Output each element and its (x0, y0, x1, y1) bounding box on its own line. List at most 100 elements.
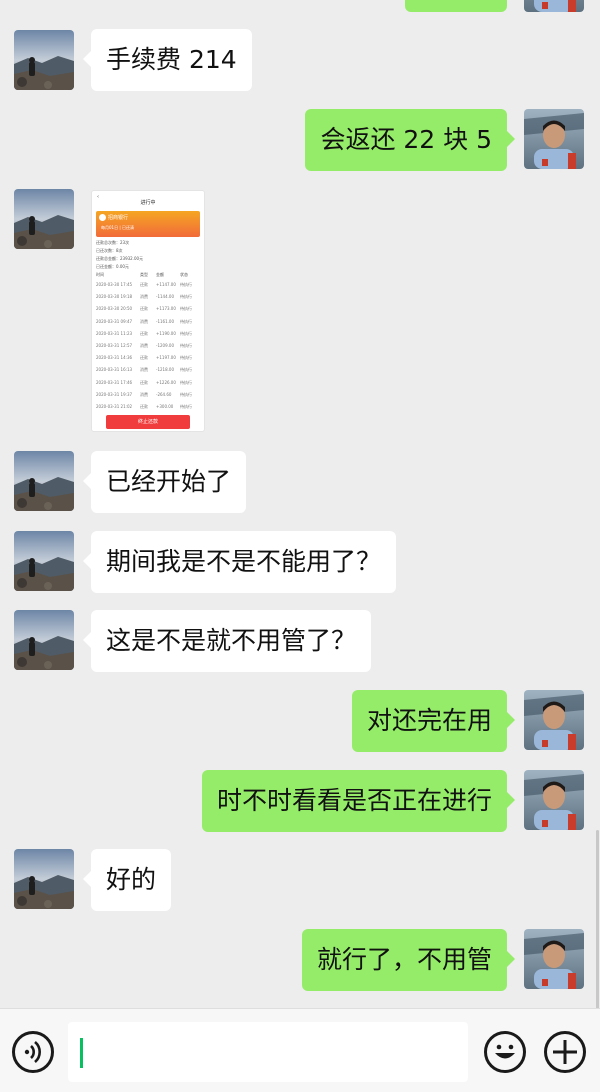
transaction-row: 2020-03-30 19:18 消费 -1144.00 待执行 (96, 295, 200, 299)
transaction-row: 2020-03-31 11:23 还款 +1190.00 待执行 (96, 330, 200, 336)
transaction-row: 2020-03-31 14:36 还款 +1197.00 待执行 (96, 356, 200, 360)
message-bubble[interactable]: 时不时看看是否正在进行 (201, 770, 516, 832)
message-bubble[interactable]: 期间我是不是不能用了？ (82, 531, 397, 593)
more-button[interactable] (544, 1031, 586, 1073)
contact-avatar[interactable] (14, 451, 74, 511)
message-bubble[interactable]: 就行了，不用管 (301, 929, 516, 991)
my-avatar[interactable] (524, 690, 584, 750)
transaction-row: 2020-03-31 17:46 还款 +1226.00 待执行 (96, 379, 200, 385)
transaction-cell: -1161.00 (156, 318, 174, 324)
contact-avatar[interactable] (14, 531, 74, 591)
transaction-row: 2020-03-31 19:37 消费 -264.60 待执行 (96, 391, 200, 397)
transaction-row: 2020-03-31 12:57 消费 -1209.00 待执行 (96, 344, 200, 348)
transaction-cell: 待执行 (180, 379, 192, 385)
transaction-cell: 待执行 (180, 294, 192, 300)
bank-name: 招商银行 (108, 215, 129, 221)
message-row: 这是不是就不用管了？ (0, 610, 600, 672)
contact-avatar[interactable] (14, 610, 74, 670)
table-header: 时间 类型 金额 状态 (96, 273, 200, 277)
transaction-cell: 待执行 (180, 404, 192, 409)
contact-avatar[interactable] (524, 0, 584, 12)
avatar-photo (14, 451, 74, 511)
contact-avatar[interactable] (14, 30, 74, 90)
avatar-photo (524, 0, 584, 12)
emoji-icon (495, 1044, 515, 1059)
avatar-photo (14, 30, 74, 90)
message-text: 时不时看看是否正在进行 (216, 786, 492, 815)
message-bubble[interactable]: 这是不是就不用管了？ (82, 610, 372, 672)
message-row: 期间我是不是不能用了？ (0, 531, 600, 593)
avatar-photo (14, 849, 74, 909)
column-header: 时间 (96, 272, 104, 277)
my-avatar[interactable] (524, 109, 584, 169)
message-row: 时不时看看是否正在进行 (0, 770, 600, 832)
message-bubble[interactable] (405, 0, 507, 12)
transaction-cell: 消费 (140, 318, 148, 324)
avatar-photo (14, 610, 74, 670)
message-text: 手续费 214 (106, 45, 237, 74)
message-row: 就行了，不用管 (0, 929, 600, 991)
my-avatar[interactable] (524, 770, 584, 830)
message-row: 已经开始了 (0, 451, 600, 513)
transaction-row: 2020-03-30 17:45 还款 +1147.00 待执行 (96, 283, 200, 287)
message-row: 会返还 22 块 5 (0, 109, 600, 171)
message-text: 会返还 22 块 5 (320, 125, 492, 154)
bank-logo-icon (99, 214, 106, 221)
transaction-cell: 待执行 (180, 282, 192, 287)
message-input[interactable] (68, 1022, 468, 1082)
transaction-cell: 待执行 (180, 367, 192, 373)
message-bubble[interactable]: 对还完在用 (351, 690, 516, 752)
transaction-row: 2020-03-31 16:13 消费 -1218.00 待执行 (96, 368, 200, 372)
image-title: 进行中 (140, 200, 156, 206)
transaction-cell: 待执行 (180, 330, 192, 336)
message-composer (0, 1008, 600, 1092)
column-header: 金额 (156, 272, 164, 277)
transaction-cell: 消费 (140, 367, 148, 373)
message-row: 对还完在用 (0, 690, 600, 752)
message-text: 对还完在用 (366, 706, 492, 735)
plan-summary: 每月01日 | 已还清 (101, 225, 134, 230)
transaction-cell: 2020-03-31 19:37 (96, 391, 133, 397)
transaction-row: 2020-03-31 09:47 消费 -1161.00 待执行 (96, 318, 200, 324)
transaction-cell: -264.60 (156, 391, 172, 397)
emoji-button[interactable] (484, 1031, 526, 1073)
my-avatar[interactable] (524, 929, 584, 989)
contact-avatar[interactable] (14, 849, 74, 909)
avatar-photo (524, 109, 584, 169)
stats: 还款总次数：23次 已还次数：8次 还款总金额：23932.00元 已还金额：0… (96, 241, 200, 273)
transaction-cell: 待执行 (180, 306, 192, 312)
scrollbar[interactable] (596, 830, 599, 1008)
chat-message-list[interactable]: 手续费 214 会返还 22 块 5 ‹ 进行中 招商银行 每月01日 | 已还… (0, 0, 600, 1008)
back-arrow-icon: ‹ (97, 194, 99, 200)
message-bubble[interactable]: 好的 (82, 849, 172, 911)
image-message[interactable]: ‹ 进行中 招商银行 每月01日 | 已还清 还款总次数：23次 已还次数：8次… (91, 190, 205, 432)
message-bubble[interactable]: 会返还 22 块 5 (305, 109, 515, 171)
column-header: 类型 (140, 272, 148, 277)
avatar-photo (524, 690, 584, 750)
contact-avatar[interactable] (14, 189, 74, 249)
transaction-cell: 2020-03-31 17:46 (96, 379, 133, 385)
avatar-photo (14, 531, 74, 591)
message-row: 手续费 214 (0, 29, 600, 91)
transaction-cell: 待执行 (180, 391, 192, 397)
text-cursor (80, 1038, 83, 1068)
message-bubble[interactable]: 已经开始了 (82, 451, 247, 513)
transaction-cell: 2020-03-31 16:13 (96, 367, 133, 373)
transaction-cell: 消费 (140, 343, 148, 348)
avatar-photo (14, 189, 74, 249)
message-text: 就行了，不用管 (316, 945, 492, 974)
message-text: 这是不是就不用管了？ (106, 626, 357, 655)
transaction-cell: +1226.00 (156, 379, 176, 385)
avatar-photo (524, 929, 584, 989)
transaction-row: 2020-03-30 20:50 还款 +1173.00 待执行 (96, 307, 200, 311)
transaction-cell: +1147.00 (156, 282, 176, 287)
transaction-cell: 2020-03-30 20:50 (96, 306, 133, 312)
message-bubble[interactable]: 手续费 214 (83, 29, 252, 91)
message-text: 期间我是不是不能用了？ (106, 547, 382, 576)
transaction-cell: 2020-03-31 12:57 (96, 343, 133, 348)
transaction-cell: -1144.00 (156, 294, 174, 300)
transaction-cell: 2020-03-31 21:02 (96, 404, 133, 409)
message-text: 已经开始了 (106, 467, 232, 496)
avatar-photo (524, 770, 584, 830)
voice-input-button[interactable] (12, 1031, 54, 1073)
